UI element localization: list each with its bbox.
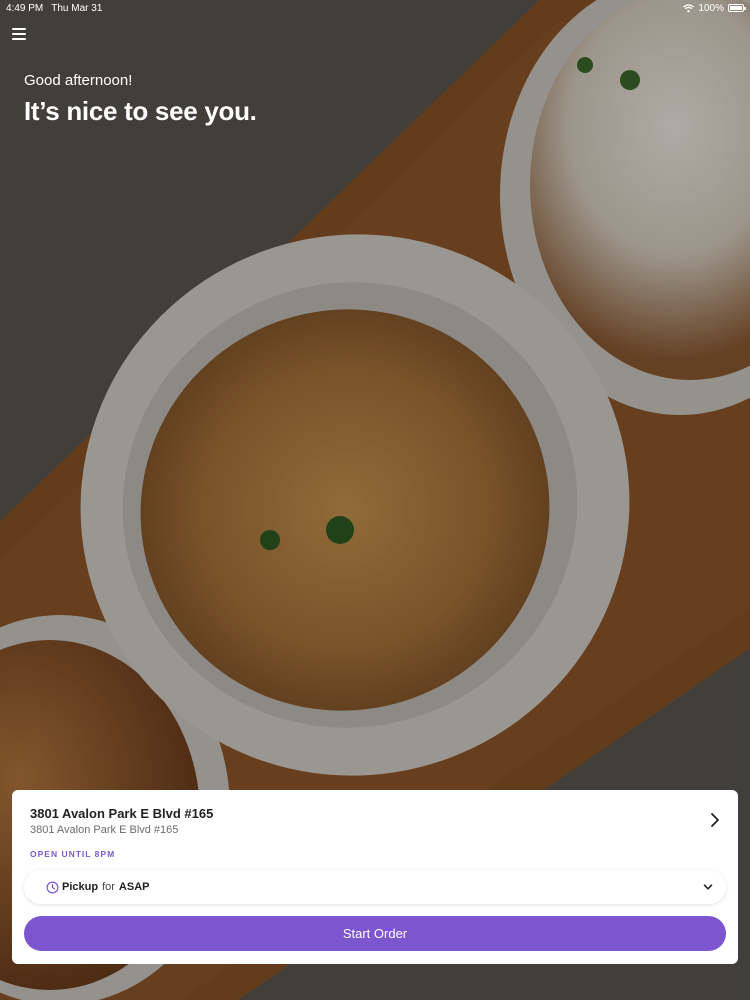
location-selector[interactable]: 3801 Avalon Park E Blvd #165 3801 Avalon… bbox=[12, 790, 738, 850]
status-date: Thu Mar 31 bbox=[51, 2, 103, 14]
pickup-time-selector[interactable]: Pickup for ASAP bbox=[24, 870, 726, 904]
menu-icon[interactable] bbox=[12, 28, 26, 40]
chevron-down-icon bbox=[703, 884, 713, 890]
clock-icon bbox=[46, 881, 59, 893]
pickup-time: ASAP bbox=[118, 881, 150, 893]
start-order-button[interactable]: Start Order bbox=[24, 916, 726, 951]
greeting-text: Good afternoon! bbox=[24, 72, 133, 89]
pickup-mode: Pickup bbox=[62, 881, 99, 893]
battery-icon bbox=[728, 4, 746, 12]
chevron-right-icon bbox=[711, 813, 719, 827]
pickup-for-label: for bbox=[102, 881, 115, 893]
page-title: It’s nice to see you. bbox=[24, 96, 257, 126]
battery-percent: 100% bbox=[698, 2, 724, 14]
open-status-badge: OPEN UNTIL 8PM bbox=[30, 849, 116, 859]
status-bar: 4:49 PM Thu Mar 31 100% bbox=[0, 0, 750, 16]
wifi-icon bbox=[683, 3, 695, 12]
location-address: 3801 Avalon Park E Blvd #165 bbox=[30, 824, 179, 836]
order-card: 3801 Avalon Park E Blvd #165 3801 Avalon… bbox=[12, 790, 738, 964]
status-time: 4:49 PM bbox=[6, 2, 44, 14]
location-name: 3801 Avalon Park E Blvd #165 bbox=[30, 806, 214, 821]
